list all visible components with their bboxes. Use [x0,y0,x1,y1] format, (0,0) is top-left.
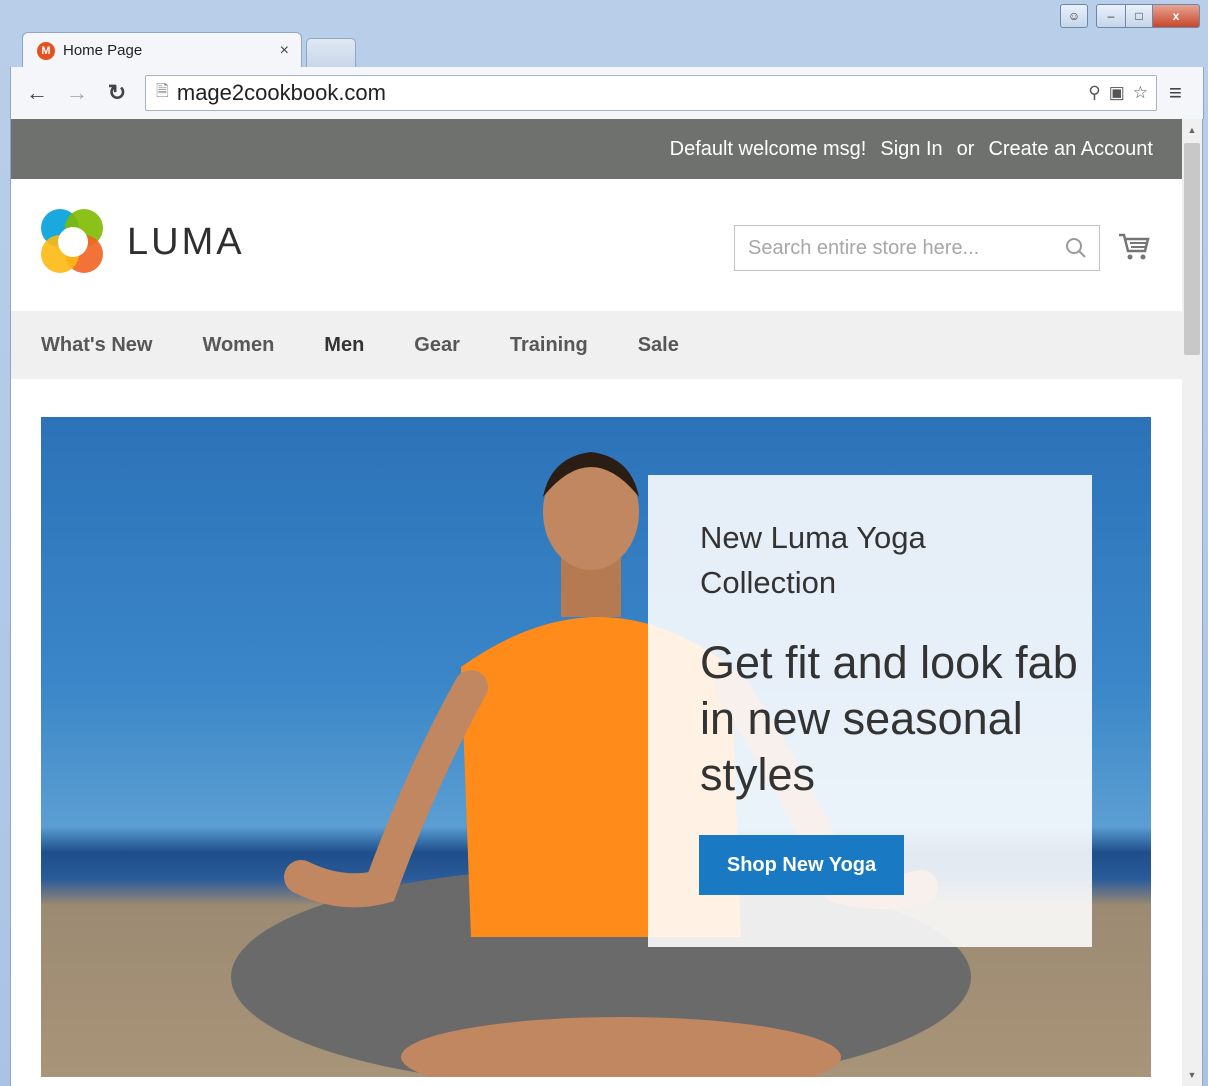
sign-in-link[interactable]: Sign In [880,138,942,161]
new-tab-button[interactable] [306,38,356,67]
shop-new-yoga-button[interactable]: Shop New Yoga [699,835,904,895]
window-controls: ☺ – □ x [1057,4,1200,28]
nav-item-training[interactable]: Training [510,334,588,357]
browser-toolbar: ← → ↻ 🗎 mage2cookbook.com ⚲ ▣ ☆ ≡ [10,67,1204,119]
reload-icon[interactable]: ↻ [105,80,129,106]
page-icon: 🗎 [156,82,169,100]
welcome-message: Default welcome msg! [669,137,867,160]
page-viewport: Default welcome msg! Sign In or Create a… [10,119,1183,1086]
hero-subtitle: New Luma Yoga Collection [700,520,926,600]
menu-icon[interactable]: ≡ [1169,80,1182,106]
magento-favicon-icon: M [37,41,55,60]
address-url[interactable]: mage2cookbook.com [177,80,1088,106]
scrollbar-thumb[interactable] [1184,143,1200,355]
search-input[interactable] [735,235,1065,261]
nav-item-women[interactable]: Women [202,334,274,357]
main-navigation: What's New Women Men Gear Training Sale [11,311,1183,379]
bookmark-star-icon[interactable]: ☆ [1133,83,1148,103]
hero-promo-box: New Luma Yoga Collection Get fit and loo… [648,475,1092,947]
hero-banner[interactable]: New Luma Yoga Collection Get fit and loo… [41,417,1151,1077]
scroll-down-arrow-icon[interactable]: ▼ [1182,1066,1202,1084]
search-box [734,225,1100,271]
header-content: LUMA [11,179,1183,311]
vertical-scrollbar[interactable]: ▲ ▼ [1182,119,1203,1086]
hero-title: Get fit and look fab in new seasonal sty… [700,637,1078,800]
create-account-link[interactable]: Create an Account [988,138,1153,161]
user-icon[interactable]: ☺ [1060,4,1088,28]
nav-item-sale[interactable]: Sale [638,334,679,357]
address-bar[interactable]: 🗎 mage2cookbook.com ⚲ ▣ ☆ [145,75,1157,111]
logo[interactable]: LUMA [41,209,245,275]
nav-item-gear[interactable]: Gear [414,334,460,357]
translate-icon[interactable]: ▣ [1109,83,1125,103]
nav-item-men[interactable]: Men [324,334,364,357]
or-text: or [956,137,975,160]
luma-logo-icon [41,209,105,275]
close-window-button[interactable]: x [1152,4,1200,28]
tab-title: Home Page [63,42,143,59]
maximize-button[interactable]: □ [1125,4,1153,28]
tab-home-page[interactable]: M Home Page × [22,32,302,68]
nav-item-whats-new[interactable]: What's New [41,334,152,357]
panel-header: Default welcome msg! Sign In or Create a… [11,119,1183,179]
minimize-button[interactable]: – [1096,4,1126,28]
search-icon[interactable] [1065,237,1087,259]
browser-window: ☺ – □ x M Home Page × ← → ↻ 🗎 mage2cookb… [0,0,1208,1086]
cart-icon[interactable] [1117,229,1151,263]
back-arrow-icon[interactable]: ← [25,80,49,106]
tab-close-icon[interactable]: × [280,42,289,60]
scroll-up-arrow-icon[interactable]: ▲ [1182,121,1202,139]
logo-text: LUMA [127,220,245,263]
forward-arrow-icon[interactable]: → [65,80,89,106]
key-icon[interactable]: ⚲ [1088,83,1100,103]
